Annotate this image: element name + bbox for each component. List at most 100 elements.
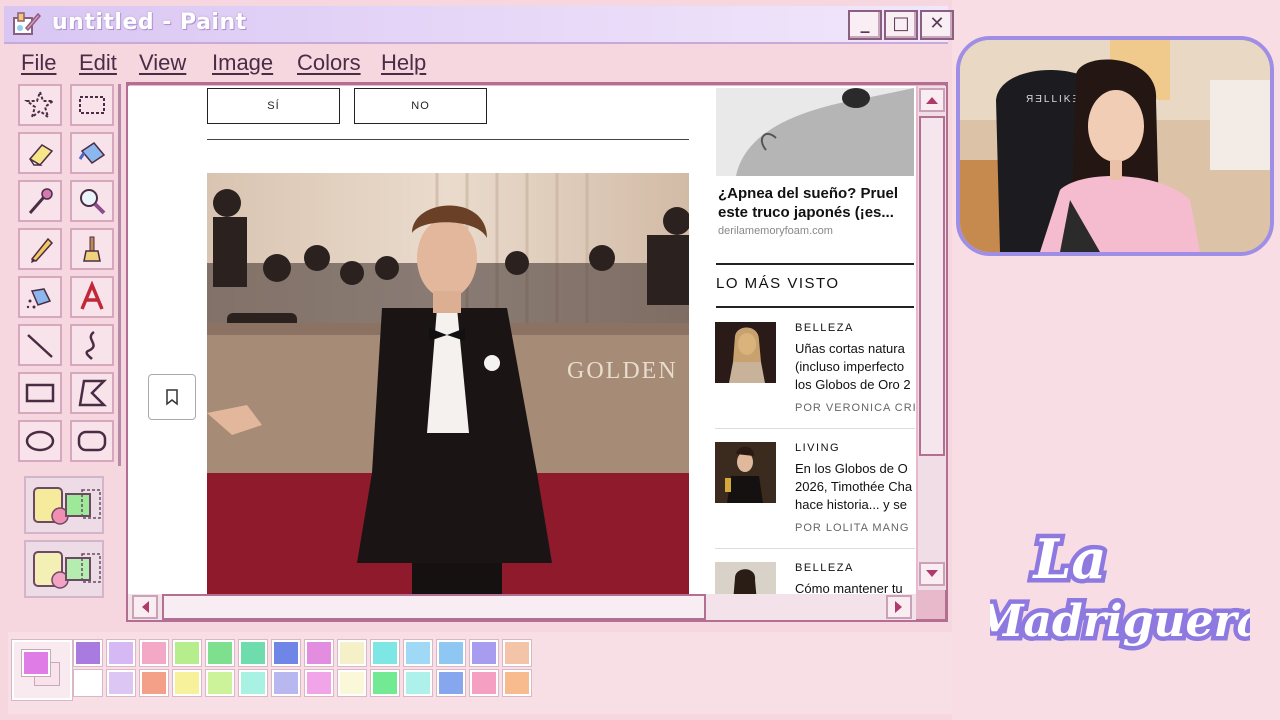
shapes-transparent-icon [33,551,101,589]
horizontal-scrollbar[interactable] [128,594,916,620]
magnifier-icon[interactable] [70,180,114,222]
palette-color-swatch[interactable] [371,670,399,696]
list-item[interactable]: BELLEZA Uñas cortas natura (incluso impe… [715,322,915,432]
article-title[interactable]: En los Globos de O 2026, Timothée Cha ha… [795,460,915,514]
sketch-illustration [716,88,914,176]
menu-edit[interactable]: Edit [79,50,117,76]
article-title[interactable]: Uñas cortas natura (incluso imperfecto l… [795,340,915,394]
list-item[interactable]: BELLEZA Cómo mantener tu [715,562,915,594]
list-item[interactable]: LIVING En los Globos de O 2026, Timothée… [715,442,915,552]
vote-no-button[interactable]: NO [354,88,487,124]
ellipse-icon[interactable] [18,420,62,462]
fill-bucket-icon[interactable] [70,132,114,174]
menu-help[interactable]: Help [381,50,426,76]
article-photo[interactable]: GOLDEN [207,173,689,594]
webcam-overlay: ЯƎLLIKƎ [956,36,1274,256]
logo-line2: Madriguera [990,596,1250,647]
airbrush-icon[interactable] [18,276,62,318]
opaque-mode-option[interactable] [24,476,104,534]
article-thumbnail [715,322,776,383]
ad-title[interactable]: ¿Apnea del sueño? Pruel este truco japon… [718,184,914,222]
ad-image[interactable] [716,88,914,176]
menu-file[interactable]: File [21,50,56,76]
article-author: POR VERONICA CRIS [795,402,915,414]
menu-view[interactable]: View [139,50,186,76]
palette-color-swatch[interactable] [173,640,201,666]
article-thumbnail [715,442,776,503]
color-picker-icon[interactable] [18,180,62,222]
maximize-button[interactable]: □ [884,10,918,40]
transparent-mode-option[interactable] [24,540,104,598]
palette-color-swatch[interactable] [107,670,135,696]
shapes-opaque-icon [33,487,101,525]
article-title[interactable]: Cómo mantener tu [795,580,915,594]
scroll-left-button[interactable] [132,595,158,619]
vote-yes-button[interactable]: SÍ [207,88,340,124]
menu-image[interactable]: Image [212,50,273,76]
arrow-left-icon [142,601,149,613]
palette-color-swatch[interactable] [107,640,135,666]
window-title: untitled - Paint [52,10,247,35]
palette-color-swatch[interactable] [305,640,333,666]
line-icon[interactable] [18,324,62,366]
palette-color-swatch[interactable] [305,670,333,696]
brush-icon[interactable] [70,228,114,270]
svg-text:ЯƎLLIKƎ: ЯƎLLIKƎ [1026,94,1081,105]
palette-color-swatch[interactable] [272,640,300,666]
scroll-up-button[interactable] [919,88,945,112]
paint-window: untitled - Paint _ □ ✕ File Edit View Im… [0,0,954,720]
palette-color-swatch[interactable] [173,670,201,696]
bookmark-icon [166,389,178,406]
palette-color-swatch[interactable] [404,640,432,666]
pencil-icon[interactable] [18,228,62,270]
palette-color-swatch[interactable] [239,670,267,696]
eraser-icon[interactable] [18,132,62,174]
streamer-camera: ЯƎLLIKƎ [960,40,1270,252]
menu-bar: File Edit View Image Colors Help [4,46,948,78]
scroll-right-button[interactable] [886,595,912,619]
arrow-right-icon [895,601,902,613]
horizontal-scroll-thumb[interactable] [162,594,706,620]
palette-color-swatch[interactable] [470,640,498,666]
rectangle-icon[interactable] [18,372,62,414]
free-select-icon[interactable] [18,84,62,126]
bookmark-button[interactable] [148,374,196,420]
vertical-scrollbar[interactable] [918,86,946,590]
logo-line1: La [1032,527,1107,591]
rounded-rect-icon[interactable] [70,420,114,462]
palette-color-swatch[interactable] [371,640,399,666]
palette-color-swatch[interactable] [437,670,465,696]
palette-color-swatch[interactable] [74,670,102,696]
palette-color-swatch[interactable] [338,670,366,696]
palette-color-swatch[interactable] [206,640,234,666]
palette-color-swatch[interactable] [140,670,168,696]
text-icon[interactable] [70,276,114,318]
vertical-scroll-thumb[interactable] [919,116,945,456]
rect-select-icon[interactable] [70,84,114,126]
palette-color-swatch[interactable] [404,670,432,696]
palette-color-swatch[interactable] [206,670,234,696]
palette-color-swatch[interactable] [140,640,168,666]
palette-color-swatch[interactable] [437,640,465,666]
section-rule-bottom [716,306,914,308]
scroll-down-button[interactable] [919,562,945,586]
primary-color[interactable] [22,650,50,676]
palette-color-swatch[interactable] [74,640,102,666]
current-colors[interactable] [12,640,72,700]
article-divider [715,548,915,549]
minimize-button[interactable]: _ [848,10,882,40]
palette-color-swatch[interactable] [338,640,366,666]
ad-source[interactable]: derilamemoryfoam.com [718,225,833,237]
menu-colors[interactable]: Colors [297,50,361,76]
close-button[interactable]: ✕ [920,10,954,40]
palette-color-swatch[interactable] [272,670,300,696]
paint-app-icon [13,12,42,35]
curve-icon[interactable] [70,324,114,366]
palette-color-swatch[interactable] [239,640,267,666]
palette-color-swatch[interactable] [470,670,498,696]
palette-color-swatch[interactable] [503,670,531,696]
polygon-icon[interactable] [70,372,114,414]
article-divider [715,428,915,429]
palette-color-swatch[interactable] [503,640,531,666]
divider [207,139,689,140]
